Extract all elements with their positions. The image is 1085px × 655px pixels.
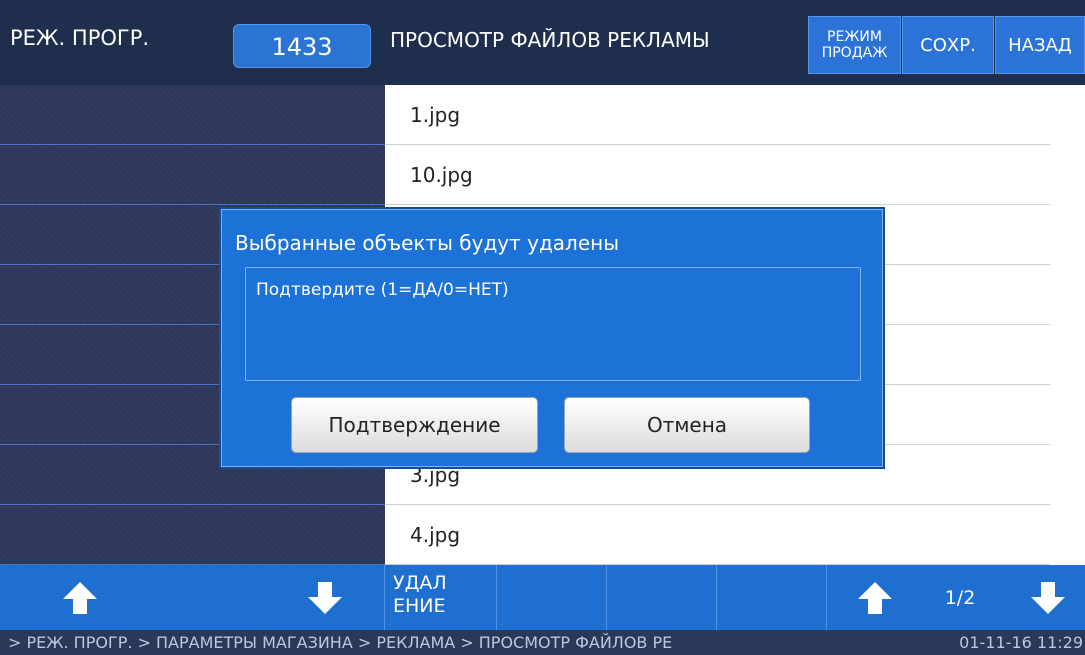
file-list-item[interactable]: 4.jpg: [385, 505, 1050, 565]
status-bar: > РЕЖ. ПРОГР. > ПАРАМЕТРЫ МАГАЗИНА > РЕК…: [0, 630, 1085, 655]
arrow-down-icon: [1030, 581, 1065, 614]
file-list-item[interactable]: 10.jpg: [385, 145, 1050, 205]
confirm-button[interactable]: Подтверждение: [291, 397, 538, 453]
page-indicator: 1/2: [944, 586, 976, 609]
toolbar-empty-slot[interactable]: [607, 565, 717, 630]
page-up-button[interactable]: [835, 565, 915, 630]
left-row: [0, 85, 385, 145]
screen-title: ПРОСМОТР ФАЙЛОВ РЕКЛАМЫ: [390, 28, 710, 52]
back-button[interactable]: НАЗАД: [995, 16, 1085, 74]
sales-mode-label-line2: ПРОДАЖ: [821, 45, 888, 61]
cancel-button[interactable]: Отмена: [564, 397, 810, 453]
left-row: [0, 145, 385, 205]
program-code-field[interactable]: 1433: [233, 24, 371, 68]
dialog-message: Подтвердите (1=ДА/0=НЕТ): [256, 280, 509, 300]
mode-title: РЕЖ. ПРОГР.: [10, 26, 150, 50]
toolbar-empty-slot[interactable]: [497, 565, 607, 630]
toolbar-divider: [0, 565, 385, 630]
toolbar-empty-slot[interactable]: [717, 565, 827, 630]
dialog-message-box: Подтвердите (1=ДА/0=НЕТ): [245, 267, 861, 381]
header-bar: РЕЖ. ПРОГР. 1433 ПРОСМОТР ФАЙЛОВ РЕКЛАМЫ…: [0, 0, 1085, 85]
datetime: 01-11-16 11:29: [959, 633, 1083, 652]
sales-mode-button[interactable]: РЕЖИМ ПРОДАЖ: [808, 16, 901, 74]
file-list-item[interactable]: 1.jpg: [385, 85, 1050, 145]
save-button[interactable]: СОХР.: [902, 16, 994, 74]
bottom-toolbar: УДАЛ ЕНИЕ 1/2: [0, 565, 1085, 630]
breadcrumb: > РЕЖ. ПРОГР. > ПАРАМЕТРЫ МАГАЗИНА > РЕК…: [8, 633, 673, 652]
toolbar-divider: [385, 565, 497, 630]
arrow-up-icon: [858, 581, 892, 614]
page-down-button[interactable]: [1010, 565, 1085, 630]
confirm-delete-dialog: Выбранные объекты будут удалены Подтверд…: [219, 207, 885, 469]
sales-mode-label-line1: РЕЖИМ: [827, 29, 882, 45]
left-row: [0, 505, 385, 565]
dialog-title: Выбранные объекты будут удалены: [235, 231, 620, 255]
